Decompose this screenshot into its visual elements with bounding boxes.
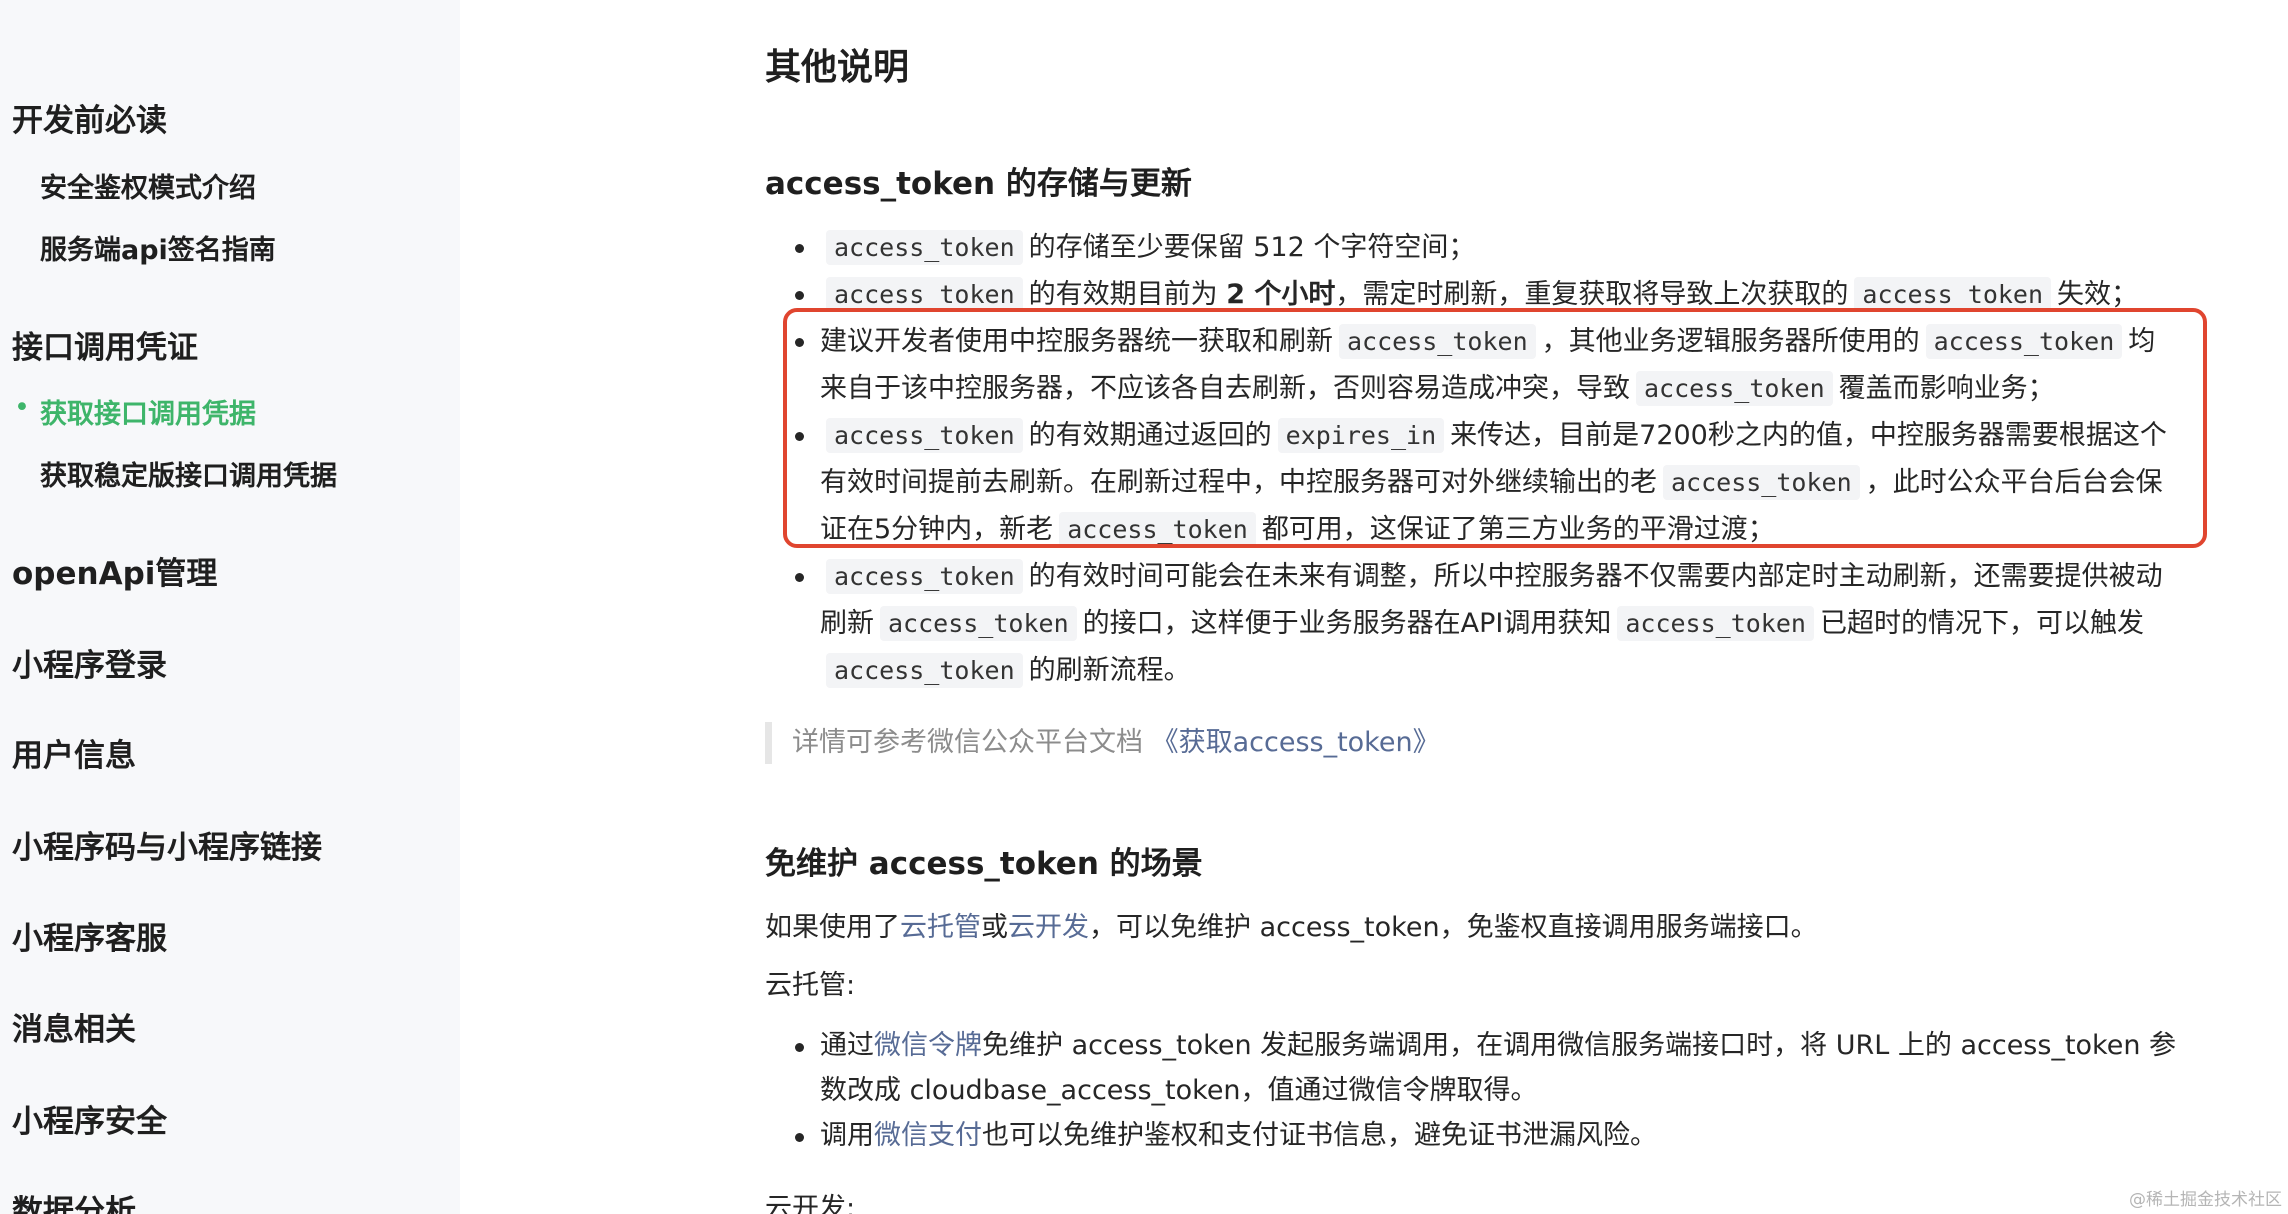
- sidebar-nav: 开发前必读 安全鉴权模式介绍 服务端api签名指南 接口调用凭证 • 获取接口调…: [0, 0, 460, 1214]
- sidebar-group-security[interactable]: 小程序安全: [12, 1096, 167, 1141]
- link-cloudbase[interactable]: 云开发: [1008, 912, 1089, 943]
- list-item: access_token 的有效时间可能会在未来有调整，所以中控服务器不仅需要内部…: [820, 553, 2163, 600]
- doc-link-get-access-token[interactable]: 《获取access_token》: [1152, 727, 1440, 758]
- list-item-continuation: 刷新 access_token 的接口，这样便于业务服务器在API调用获知 acces…: [820, 600, 2144, 647]
- sidebar-group-openapi[interactable]: openApi管理: [12, 548, 217, 593]
- list-item: 通过微信令牌免维护 access_token 发起服务端调用，在调用微信服务端接…: [820, 1023, 2176, 1070]
- bullet-text: 的刷新流程。: [1028, 655, 1191, 686]
- para-text: 如果使用了: [765, 912, 900, 943]
- code-access-token: access_token: [880, 606, 1077, 641]
- highlight-annotation-box: [783, 308, 2207, 548]
- link-wechat-token[interactable]: 微信令牌: [874, 1030, 982, 1061]
- cloudbase-label: 云开发:: [765, 1193, 856, 1214]
- sidebar-item-get-access-token[interactable]: 获取接口调用凭据: [40, 392, 256, 431]
- bullet-text: 的接口，这样便于业务服务器在API调用获知: [1082, 608, 1612, 639]
- sidebar-item-api-signature[interactable]: 服务端api签名指南: [40, 228, 276, 267]
- main-content: 其他说明 access_token 的存储与更新 access_token 的存储…: [765, 0, 2265, 1214]
- sidebar-group-messages[interactable]: 消息相关: [12, 1004, 136, 1049]
- bullet-text: 的存储至少要保留 512 个字符空间；: [1028, 232, 1476, 263]
- bullet-text: 免维护 access_token 发起服务端调用，在调用微信服务端接口时，将 U…: [982, 1030, 2177, 1061]
- bullet-text: 的有效期目前为: [1028, 279, 1218, 310]
- sidebar-item-get-stable-token[interactable]: 获取稳定版接口调用凭据: [40, 454, 337, 493]
- list-item-continuation: 数改成 cloudbase_access_token，值通过微信令牌取得。: [820, 1075, 1538, 1106]
- section-heading-free-maintenance: 免维护 access_token 的场景: [765, 846, 1203, 882]
- bullet-dot: [795, 1133, 804, 1142]
- code-access-token: access_token: [826, 559, 1023, 594]
- cloudrun-label: 云托管:: [765, 970, 856, 1001]
- sidebar-group-user-info[interactable]: 用户信息: [12, 730, 136, 775]
- active-indicator-dot: •: [14, 392, 30, 423]
- bullet-text: 失效；: [2057, 279, 2139, 310]
- bullet-text: ，需定时刷新，重复获取将导致上次获取的: [1335, 279, 1849, 310]
- watermark: @稀土掘金技术社区: [2129, 1190, 2282, 1210]
- code-access-token: access_token: [826, 277, 1023, 312]
- reference-quote: 详情可参考微信公众平台文档 《获取access_token》: [765, 722, 1440, 764]
- quote-text: 详情可参考微信公众平台文档: [792, 727, 1143, 758]
- section-heading-storage: access_token 的存储与更新: [765, 166, 1192, 202]
- sidebar-group-qrcode-link[interactable]: 小程序码与小程序链接: [12, 822, 322, 867]
- bullet-dot: [795, 244, 804, 253]
- bullet-dot: [795, 291, 804, 300]
- bullet-dot: [795, 1043, 804, 1052]
- link-wechat-pay[interactable]: 微信支付: [874, 1120, 982, 1151]
- free-intro-paragraph: 如果使用了云托管或云开发，可以免维护 access_token，免鉴权直接调用服…: [765, 905, 1818, 944]
- list-item: 调用微信支付也可以免维护鉴权和支付证书信息，避免证书泄漏风险。: [820, 1113, 1657, 1160]
- code-access-token: access_token: [1854, 277, 2052, 312]
- link-cloudrun[interactable]: 云托管: [900, 912, 981, 943]
- code-access-token: access_token: [1617, 606, 1814, 641]
- sidebar-group-login[interactable]: 小程序登录: [12, 640, 167, 685]
- sidebar-group-analytics[interactable]: 数据分析: [12, 1186, 136, 1214]
- bullet-text: 的有效时间可能会在未来有调整，所以中控服务器不仅需要内部定时主动刷新，还需要提供…: [1028, 561, 2163, 592]
- code-access-token: access_token: [826, 653, 1023, 688]
- sidebar-group-credentials[interactable]: 接口调用凭证: [12, 322, 198, 367]
- bullet-text: 也可以免维护鉴权和支付证书信息，避免证书泄漏风险。: [982, 1120, 1657, 1151]
- para-text: 或: [981, 912, 1008, 943]
- bullet-text: 刷新: [820, 608, 874, 639]
- bullet-dot: [795, 573, 804, 582]
- code-access-token: access_token: [826, 230, 1023, 265]
- bold-duration: 2 个小时: [1226, 279, 1336, 310]
- doc-page: 开发前必读 安全鉴权模式介绍 服务端api签名指南 接口调用凭证 • 获取接口调…: [0, 0, 2288, 1214]
- para-text: ，可以免维护 access_token，免鉴权直接调用服务端接口。: [1089, 912, 1818, 943]
- list-item-continuation: access_token 的刷新流程。: [820, 647, 1191, 694]
- bullet-text: 已超时的情况下，可以触发: [1819, 608, 2144, 639]
- page-title: 其他说明: [765, 47, 910, 88]
- sidebar-item-security-auth[interactable]: 安全鉴权模式介绍: [40, 166, 256, 205]
- bullet-text: 通过: [820, 1030, 874, 1061]
- bullet-text: 调用: [820, 1120, 874, 1151]
- sidebar-group-customer-service[interactable]: 小程序客服: [12, 913, 167, 958]
- sidebar-group-dev-must-read[interactable]: 开发前必读: [12, 95, 167, 140]
- list-item: access_token 的存储至少要保留 512 个字符空间；: [820, 224, 1475, 271]
